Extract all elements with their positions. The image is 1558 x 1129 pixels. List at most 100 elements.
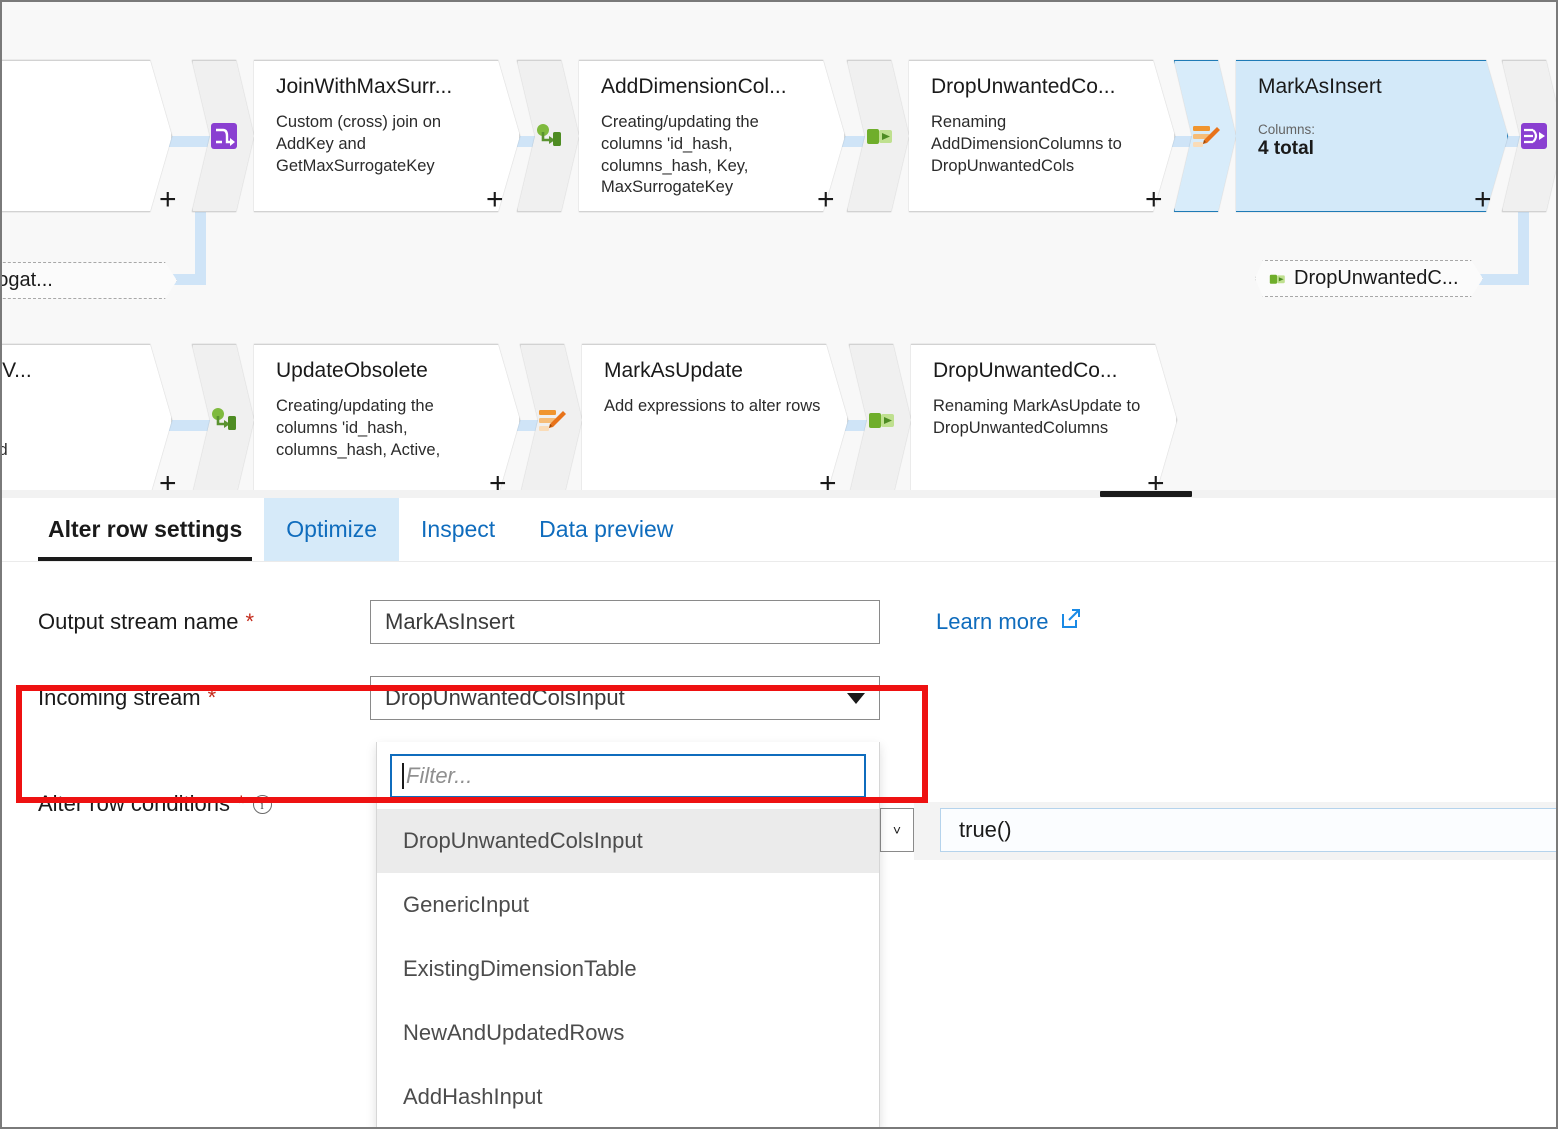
data-flow-node-add-dimension-columns[interactable]: AddDimensionCol... Creating/updating the… [517,60,845,212]
alter-row-icon [1174,60,1236,212]
incoming-stream-dropdown-panel[interactable]: Filter... DropUnwantedColsInput GenericI… [376,742,880,1127]
tab-inspect[interactable]: Inspect [399,498,517,561]
ref-chip-label: etMaxSurrogat... [8,269,53,291]
dropdown-option-existing-dimension-table[interactable]: ExistingDimensionTable [377,937,879,1001]
pipe-segment [195,207,206,282]
dropdown-value: DropUnwantedColsInput [385,685,625,710]
label-text: Incoming stream [38,685,201,710]
required-asterisk: * [207,685,217,710]
dropdown-option-add-hash-input[interactable]: AddHashInput [377,1065,879,1127]
dropdown-filter-wrapper: Filter... [377,742,879,809]
node-body[interactable]: UpdateObsolete Creating/updating the col… [254,344,520,496]
node-description: g rows fromed which areg in undefined [2,396,145,461]
required-asterisk: * [236,791,246,816]
option-label: DropUnwantedColsInput [403,828,643,853]
node-title: AddDimensionCol... [601,75,787,98]
label-text: Alter row conditions [38,791,230,816]
expression-value: true() [959,817,1012,842]
node-description: Creating/updating the columns 'id_hash, … [601,113,759,197]
node-title: DropUnwantedCo... [933,359,1118,382]
pipe-segment [1478,274,1529,285]
node-body[interactable]: orUpdatedV... g rows fromed which areg i… [2,344,172,496]
data-flow-node-drop-unwanted-cols-1[interactable]: DropUnwantedCo... Renaming AddDimensionC… [847,60,1175,212]
node-body[interactable]: DropUnwantedCo... Renaming AddDimensionC… [909,60,1175,212]
node-columns-label: Columns: [1258,122,1316,138]
dropdown-option-new-and-updated-rows[interactable]: NewAndUpdatedRows [377,1001,879,1065]
node-description: new key Keyfrom 1 [2,112,145,156]
node-columns-value: 4 total [1258,137,1314,159]
canvas-horizontal-scrollbar[interactable] [2,490,1556,498]
dropdown-option-generic-input[interactable]: GenericInput [377,873,879,937]
data-flow-node-union[interactable] [1502,60,1556,212]
data-flow-node-mark-as-insert[interactable]: MarkAsInsert Columns: 4 total [1174,60,1508,212]
condition-select-chevron: ˅ [892,822,902,838]
join-icon [192,60,254,212]
add-node-plus-button[interactable]: + [159,185,177,215]
derived-column-icon [517,60,579,212]
add-node-plus-button[interactable]: + [817,185,835,215]
data-flow-node-join-with-max-surrogate[interactable]: JoinWithMaxSurr... Custom (cross) join o… [192,60,520,212]
node-body[interactable]: ey new key Keyfrom 1 [2,60,172,212]
text-caret [402,763,404,789]
data-flow-canvas[interactable]: ey new key Keyfrom 1 + JoinWithMaxSurr..… [2,2,1556,498]
info-icon[interactable]: i [252,794,272,814]
data-flow-node-mark-as-update[interactable]: MarkAsUpdate Add expressions to alter ro… [520,344,848,496]
incoming-stream-row: Incoming stream * DropUnwantedColsInput [38,674,1556,722]
tab-label: Data preview [539,516,674,542]
stream-reference-get-max-surrogate[interactable]: etMaxSurrogat... [2,262,177,299]
node-title: orUpdatedV... [2,359,32,382]
filter-placeholder: Filter... [406,763,473,788]
node-description: Add expressions to alter rows [604,397,821,416]
stream-reference-drop-unwanted-cols[interactable]: DropUnwantedC... [1255,260,1483,297]
node-body[interactable]: DropUnwantedCo... Renaming MarkAsUpdate … [911,344,1177,496]
option-label: NewAndUpdatedRows [403,1020,625,1045]
learn-more-label: Learn more [936,609,1049,634]
derived-column-icon [192,344,254,496]
alter-row-condition-expression-input[interactable]: true() [940,808,1556,852]
data-flow-node-drop-unwanted-cols-2[interactable]: DropUnwantedCo... Renaming MarkAsUpdate … [849,344,1177,496]
node-body[interactable]: JoinWithMaxSurr... Custom (cross) join o… [254,60,520,212]
tab-data-preview[interactable]: Data preview [517,498,695,561]
tab-alter-row-settings[interactable]: Alter row settings [26,498,264,561]
node-description: Renaming AddDimensionColumns to DropUnwa… [931,113,1122,175]
node-description: Custom (cross) join on AddKey and GetMax… [276,113,442,175]
option-label: ExistingDimensionTable [403,956,637,981]
node-body[interactable]: MarkAsUpdate Add expressions to alter ro… [582,344,848,496]
tab-label: Inspect [421,516,496,542]
output-stream-name-row: Output stream name * MarkAsInsert Learn … [38,598,1556,646]
alter-row-condition-type-select[interactable]: ˅ [880,808,914,852]
output-stream-name-input[interactable]: MarkAsInsert [370,600,880,644]
learn-more-link[interactable]: Learn more [936,607,1083,637]
node-title: JoinWithMaxSurr... [276,75,453,98]
tab-optimize[interactable]: Optimize [264,498,400,561]
add-node-plus-button[interactable]: + [486,185,504,215]
data-flow-node-update-obsolete[interactable]: UpdateObsolete Creating/updating the col… [192,344,520,496]
alter-row-icon [520,344,582,496]
pipe-segment [1518,207,1529,283]
node-body[interactable]: MarkAsInsert Columns: 4 total [1236,60,1508,212]
node-title: MarkAsUpdate [604,359,743,382]
node-description: Renaming MarkAsUpdate to DropUnwantedCol… [933,397,1141,437]
add-node-plus-button[interactable]: + [1474,185,1492,215]
data-flow-node-lookup-for-updated-values[interactable]: orUpdatedV... g rows fromed which areg i… [2,344,172,496]
ref-chip-label: DropUnwantedC... [1294,267,1459,289]
add-node-plus-button[interactable]: + [1145,185,1163,215]
data-flow-node-add-key[interactable]: ey new key Keyfrom 1 [2,60,172,212]
node-title: DropUnwantedCo... [931,75,1116,98]
required-asterisk: * [245,609,255,634]
node-title: UpdateObsolete [276,359,428,382]
tab-label: Alter row settings [48,516,243,542]
node-body[interactable]: AddDimensionCol... Creating/updating the… [579,60,845,212]
alter-row-conditions-label: Alter row conditions * i [38,791,370,817]
dropdown-option-drop-unwanted-cols-input[interactable]: DropUnwantedColsInput [377,809,879,873]
select-icon [849,344,911,496]
dropdown-filter-input[interactable]: Filter... [390,754,866,798]
chevron-down-icon [847,692,865,704]
label-text: Output stream name [38,609,239,634]
app-root: ey new key Keyfrom 1 + JoinWithMaxSurr..… [0,0,1558,1129]
incoming-stream-dropdown[interactable]: DropUnwantedColsInput [370,676,880,720]
canvas-scrollbar-thumb[interactable] [1100,491,1192,497]
select-icon [847,60,909,212]
settings-tabbar: Alter row settings Optimize Inspect Data… [2,498,1556,562]
node-description: Creating/updating the columns 'id_hash, … [276,397,441,459]
